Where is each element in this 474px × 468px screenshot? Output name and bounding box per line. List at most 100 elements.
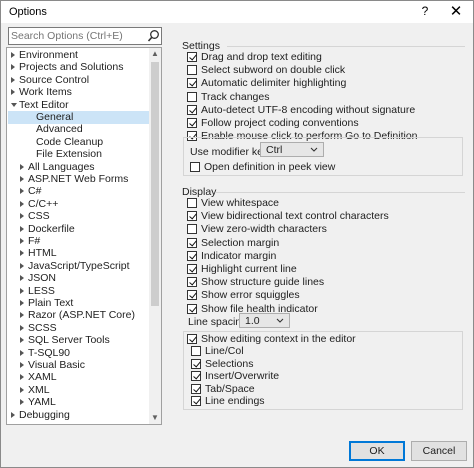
checkbox[interactable]: [187, 52, 197, 62]
collapsed-arrow-icon[interactable]: [20, 374, 24, 381]
tree-item[interactable]: XAML: [8, 371, 149, 384]
checkbox-label: Show error squiggles: [201, 289, 300, 302]
tree-item-label: General: [36, 111, 74, 123]
checkbox[interactable]: [191, 371, 201, 382]
checkbox[interactable]: [187, 237, 197, 248]
checkbox[interactable]: [191, 383, 201, 394]
ok-button[interactable]: OK: [349, 441, 405, 461]
collapsed-arrow-icon[interactable]: [20, 300, 24, 306]
line-spacing-select[interactable]: 1.0: [239, 313, 290, 328]
tree-item[interactable]: JavaScript/TypeScript: [8, 260, 149, 273]
tree-item[interactable]: XML: [8, 384, 149, 397]
checkbox-label: Selections: [205, 357, 254, 370]
editing-context-checkbox[interactable]: [187, 334, 197, 344]
tree-item[interactable]: File Extension: [8, 148, 149, 161]
cancel-button[interactable]: Cancel: [411, 441, 467, 461]
checkbox-label: View zero-width characters: [201, 223, 327, 236]
tree-item[interactable]: Environment: [8, 49, 149, 62]
checkbox[interactable]: [187, 303, 197, 314]
collapsed-arrow-icon[interactable]: [20, 250, 24, 257]
tree-item[interactable]: Dockerfile: [8, 223, 149, 236]
tree-item[interactable]: Text Editor: [8, 99, 149, 112]
search-icon[interactable]: [147, 29, 160, 43]
tree-item[interactable]: Debugging: [8, 409, 149, 422]
checkbox[interactable]: [187, 290, 197, 301]
tree-item-label: SQL Server Tools: [28, 334, 110, 347]
checkbox[interactable]: [187, 78, 197, 89]
tree-item[interactable]: LESS: [8, 285, 149, 298]
options-tree[interactable]: Environment Projects and Solutions Source …: [6, 47, 162, 425]
collapsed-arrow-icon[interactable]: [11, 411, 15, 418]
tree-item[interactable]: Advanced: [8, 123, 149, 136]
checkbox[interactable]: [187, 118, 197, 128]
tree-item[interactable]: YAML: [8, 396, 149, 409]
collapsed-arrow-icon[interactable]: [20, 312, 24, 319]
checkbox[interactable]: [187, 277, 197, 288]
collapsed-arrow-icon[interactable]: [20, 337, 24, 344]
expanded-arrow-icon[interactable]: [11, 102, 17, 107]
tree-item[interactable]: General: [8, 111, 149, 124]
tree-item[interactable]: JSON: [8, 272, 149, 285]
collapsed-arrow-icon[interactable]: [11, 89, 15, 96]
checkbox[interactable]: [191, 396, 201, 407]
checkbox[interactable]: [187, 224, 197, 235]
collapsed-arrow-icon[interactable]: [20, 163, 24, 170]
peek-view-checkbox[interactable]: [190, 162, 200, 172]
tree-item[interactable]: Razor (ASP.NET Core): [8, 309, 149, 322]
tree-item[interactable]: Plain Text: [8, 297, 149, 310]
collapsed-arrow-icon[interactable]: [20, 188, 24, 195]
tree-item[interactable]: C#: [8, 185, 149, 198]
checkbox[interactable]: [187, 104, 197, 115]
collapsed-arrow-icon[interactable]: [20, 176, 24, 182]
tree-item[interactable]: Code Cleanup: [8, 136, 149, 149]
collapsed-arrow-icon[interactable]: [20, 200, 24, 207]
checkbox[interactable]: [187, 91, 197, 102]
tree-item-label: XAML: [28, 371, 57, 384]
collapsed-arrow-icon[interactable]: [11, 64, 15, 71]
collapsed-arrow-icon[interactable]: [20, 262, 24, 269]
scroll-up-arrow-icon[interactable]: ▲: [149, 48, 161, 60]
tree-item-label: LESS: [28, 284, 55, 297]
tree-item[interactable]: Visual Basic: [8, 359, 149, 372]
collapsed-arrow-icon[interactable]: [11, 52, 15, 58]
checkbox[interactable]: [187, 264, 197, 274]
scroll-down-arrow-icon[interactable]: ▼: [149, 412, 161, 424]
tree-item[interactable]: Source Control: [8, 74, 149, 87]
checkbox[interactable]: [187, 211, 197, 222]
collapsed-arrow-icon[interactable]: [20, 349, 24, 356]
close-button[interactable]: ✕: [448, 2, 464, 20]
tree-item[interactable]: C/C++: [8, 198, 149, 211]
tree-item[interactable]: CSS: [8, 210, 149, 223]
collapsed-arrow-icon[interactable]: [20, 386, 24, 393]
scroll-thumb[interactable]: [151, 62, 159, 306]
collapsed-arrow-icon[interactable]: [20, 275, 24, 282]
tree-item[interactable]: SQL Server Tools: [8, 334, 149, 347]
checkbox[interactable]: [191, 358, 201, 369]
collapsed-arrow-icon[interactable]: [20, 399, 24, 406]
checkbox[interactable]: [191, 346, 201, 356]
tree-item-label: File Extension: [36, 148, 102, 161]
tree-scrollbar[interactable]: ▲ ▼: [149, 48, 161, 424]
search-options-box[interactable]: [8, 27, 162, 45]
collapsed-arrow-icon[interactable]: [20, 238, 24, 244]
collapsed-arrow-icon[interactable]: [20, 324, 24, 331]
checkbox[interactable]: [187, 250, 197, 261]
help-button[interactable]: ?: [418, 4, 432, 18]
tree-item[interactable]: ASP.NET Web Forms: [8, 173, 149, 186]
search-input[interactable]: [11, 29, 141, 43]
modifier-key-select[interactable]: Ctrl: [260, 142, 324, 157]
collapsed-arrow-icon[interactable]: [20, 362, 24, 368]
tree-item[interactable]: F#: [8, 235, 149, 248]
collapsed-arrow-icon[interactable]: [20, 213, 24, 220]
checkbox[interactable]: [187, 198, 197, 208]
tree-item[interactable]: T-SQL90: [8, 347, 149, 360]
tree-item[interactable]: Work Items: [8, 86, 149, 99]
collapsed-arrow-icon[interactable]: [20, 287, 24, 294]
tree-item[interactable]: HTML: [8, 247, 149, 260]
tree-item[interactable]: Projects and Solutions: [8, 61, 149, 74]
checkbox[interactable]: [187, 65, 197, 76]
tree-item[interactable]: All Languages: [8, 161, 149, 174]
collapsed-arrow-icon[interactable]: [20, 225, 24, 232]
collapsed-arrow-icon[interactable]: [11, 76, 15, 83]
tree-item[interactable]: SCSS: [8, 322, 149, 335]
